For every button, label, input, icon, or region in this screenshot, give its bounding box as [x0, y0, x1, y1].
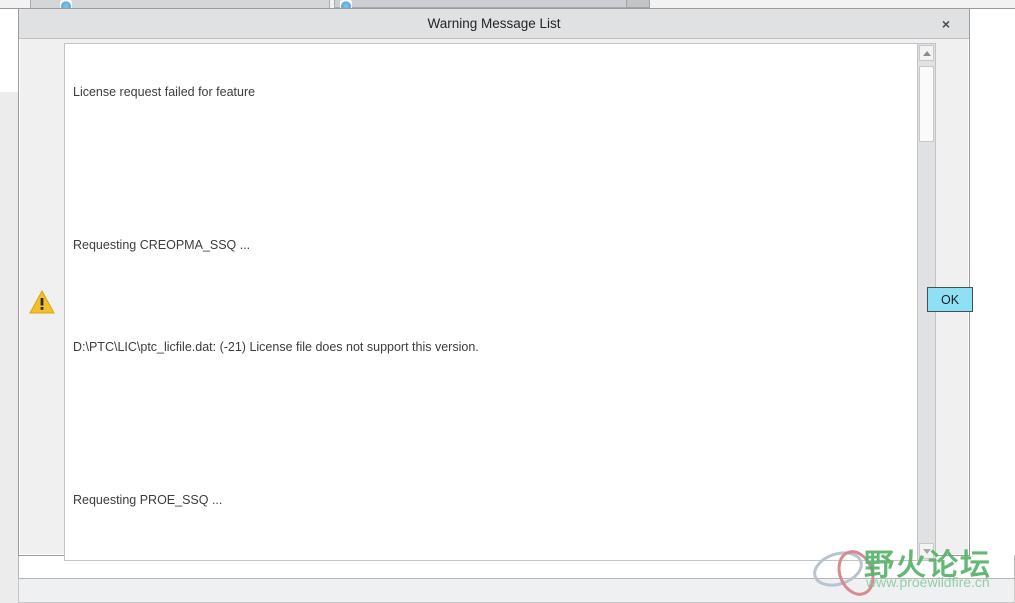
- scroll-up-arrow-icon[interactable]: [919, 45, 934, 61]
- message-line: Requesting PROE_SSQ ...: [73, 493, 223, 507]
- background-toolbar-filler: [650, 0, 1015, 8]
- background-status-bar: [18, 579, 1015, 603]
- message-line: [73, 441, 917, 458]
- background-toolbar-panel: [30, 0, 330, 8]
- message-line: [73, 135, 917, 152]
- message-line: [73, 543, 917, 560]
- dialog-title: Warning Message List: [427, 16, 561, 31]
- scroll-down-arrow-icon[interactable]: [919, 543, 934, 559]
- message-line: License request failed for feature: [73, 85, 256, 99]
- warning-message-dialog: Warning Message List × License request f…: [18, 8, 973, 561]
- message-line: [73, 186, 917, 203]
- message-line: Requesting CREOPMA_SSQ ...: [73, 238, 251, 252]
- warning-triangle-icon: [29, 290, 55, 314]
- background-left-strip-lower: [0, 92, 18, 603]
- message-line: D:\PTC\LIC\ptc_licfile.dat: (-21) Licens…: [73, 340, 479, 354]
- message-text-pane[interactable]: License request failed for feature Reque…: [64, 43, 918, 561]
- message-line: [73, 390, 917, 407]
- message-line: [73, 288, 917, 305]
- screen-root: Warning Message List × License request f…: [0, 0, 1015, 603]
- message-text: License request failed for feature Reque…: [73, 50, 917, 560]
- search-dropdown-button[interactable]: [626, 0, 650, 8]
- ok-button[interactable]: OK: [927, 287, 973, 312]
- dialog-icon-column: [20, 40, 64, 556]
- search-field[interactable]: [334, 0, 644, 8]
- dialog-titlebar: Warning Message List ×: [19, 9, 969, 39]
- scrollbar-thumb[interactable]: [919, 66, 934, 142]
- close-icon[interactable]: ×: [931, 9, 961, 39]
